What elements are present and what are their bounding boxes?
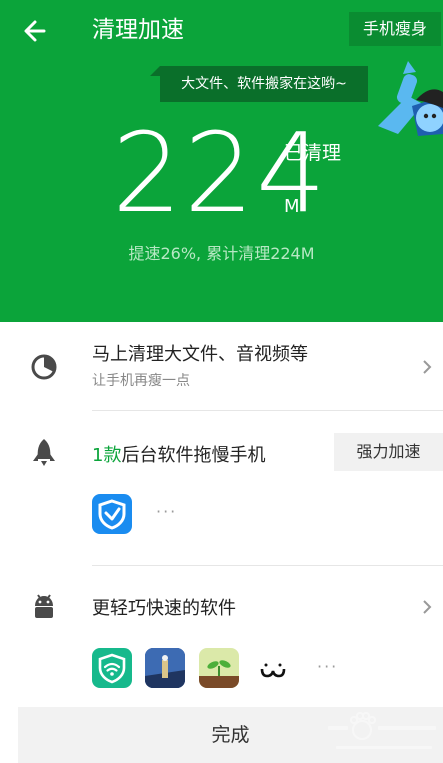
clock-icon <box>31 354 57 380</box>
power-boost-button[interactable]: 强力加速 <box>334 433 443 471</box>
page-title: 清理加速 <box>92 17 184 43</box>
cleaned-label: 已清理 <box>284 142 342 164</box>
wifi-shield-icon <box>98 653 126 684</box>
tooltip-bubble: 大文件、软件搬家在这哟~ <box>150 66 368 102</box>
app-icon-game-tower <box>145 648 185 688</box>
lighter-apps-title: 更轻巧快速的软件 <box>92 598 236 619</box>
chevron-right-icon <box>423 600 432 614</box>
app-icon-wifi-manager <box>92 648 132 688</box>
tower-icon <box>145 648 185 688</box>
app-icon-face <box>253 648 293 688</box>
background-apps-title: 1款后台软件拖慢手机 <box>92 441 265 467</box>
chevron-right-icon <box>423 360 432 374</box>
unit-label: M <box>284 196 300 217</box>
back-arrow-icon[interactable] <box>18 14 52 48</box>
shield-icon <box>98 499 126 530</box>
more-apps-indicator: ··· <box>317 657 339 676</box>
divider <box>92 565 443 566</box>
android-icon <box>35 594 53 618</box>
large-files-subtitle: 让手机再瘦一点 <box>92 373 190 389</box>
background-apps-count: 1款 <box>92 445 122 466</box>
background-apps-title-text: 后台软件拖慢手机 <box>121 445 266 466</box>
phone-slim-button[interactable]: 手机瘦身 <box>349 12 441 46</box>
mascot-icon <box>378 61 443 136</box>
large-files-title: 马上清理大文件、音视频等 <box>92 344 308 365</box>
header: 清理加速 手机瘦身 大文件、软件搬家在这哟~ 224 已清理 M 提速26%, … <box>0 0 443 322</box>
face-icon <box>260 663 286 678</box>
summary-text: 提速26%, 累计清理224M <box>128 244 315 263</box>
rocket-icon <box>33 439 55 466</box>
divider <box>92 410 443 411</box>
sprout-icon <box>199 660 239 688</box>
app-icon-sprout <box>199 648 239 688</box>
more-apps-indicator: ··· <box>156 502 178 521</box>
app-icon-tencent-manager <box>92 494 132 534</box>
baidu-watermark-logo <box>328 712 436 749</box>
